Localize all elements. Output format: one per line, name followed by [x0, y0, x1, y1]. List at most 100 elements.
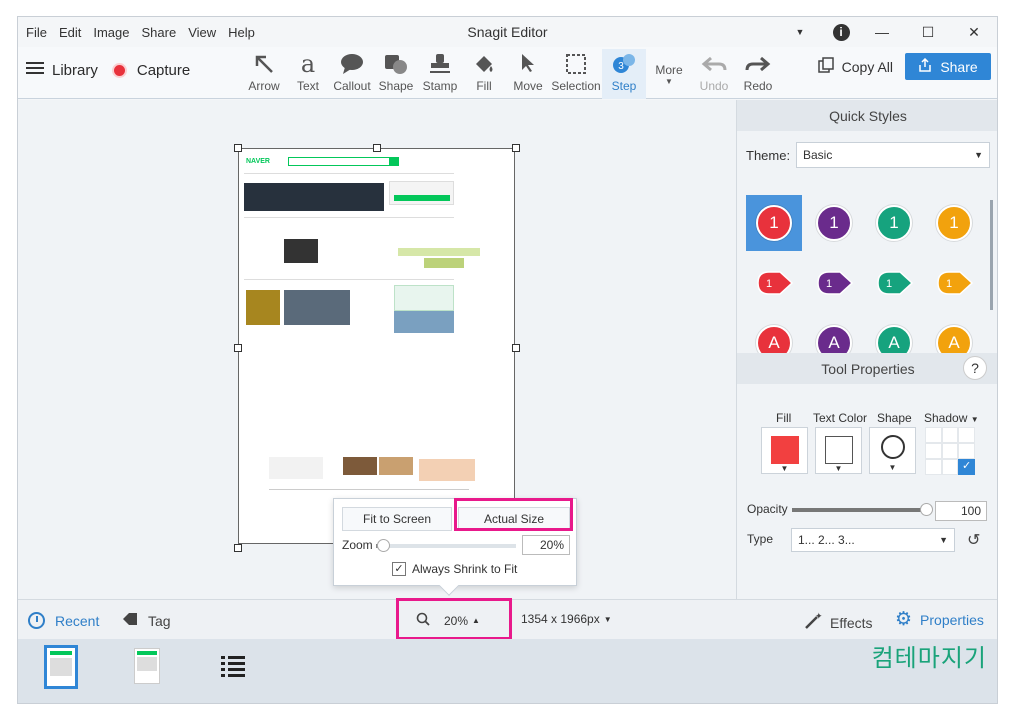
chevron-down-icon: ▼	[665, 77, 673, 86]
theme-value: Basic	[803, 148, 833, 162]
image-size-button[interactable]: 1354 x 1966px ▼	[521, 612, 612, 626]
shadow-dropdown[interactable]: Shadow ▼	[924, 411, 979, 425]
resize-handle[interactable]	[234, 344, 242, 352]
menu-file[interactable]: File	[26, 25, 47, 40]
magic-wand-icon: ✦	[804, 612, 823, 633]
minimize-button[interactable]: —	[859, 24, 905, 40]
tool-text[interactable]: a Text	[286, 49, 330, 99]
more-button[interactable]: More ▼	[646, 49, 692, 99]
theme-dropdown[interactable]: Basic ▼	[796, 142, 990, 168]
tool-callout[interactable]: Callout	[330, 49, 374, 99]
resize-handle[interactable]	[512, 344, 520, 352]
move-icon	[506, 49, 550, 79]
tool-selection[interactable]: Selection	[550, 49, 602, 99]
more-label: More	[655, 63, 683, 77]
recent-button[interactable]: Recent	[28, 612, 99, 629]
step-circle-icon: A	[876, 325, 912, 355]
highlight-zoom-button	[396, 598, 512, 640]
tool-fill[interactable]: Fill	[462, 49, 506, 99]
hamburger-menu-icon[interactable]	[26, 61, 44, 79]
quick-style-item[interactable]: 1	[806, 255, 862, 311]
dropdown-icon[interactable]: ▼	[777, 27, 823, 37]
tray-thumbnail[interactable]	[134, 648, 160, 684]
redo-button[interactable]: Redo	[736, 49, 780, 99]
gear-icon: ⚙	[895, 609, 913, 630]
shadow-grid[interactable]: ✓	[925, 427, 975, 475]
library-button[interactable]: Library	[52, 62, 98, 79]
quick-style-item[interactable]: 1	[926, 195, 982, 251]
properties-button[interactable]: ⚙ Properties	[895, 609, 984, 630]
type-value: 1... 2... 3...	[798, 533, 855, 547]
callout-icon	[330, 49, 374, 79]
captured-image[interactable]: NAVER	[238, 148, 515, 544]
zoom-value-field[interactable]: 20%	[522, 535, 570, 555]
tool-arrow[interactable]: Arrow	[242, 49, 286, 99]
shape-picker[interactable]: ▼	[869, 427, 916, 474]
type-dropdown[interactable]: 1... 2... 3... ▼	[791, 528, 955, 552]
step-circle-icon: A	[936, 325, 972, 355]
menu-view[interactable]: View	[188, 25, 216, 40]
menu-help[interactable]: Help	[228, 25, 255, 40]
tool-stamp[interactable]: Stamp	[418, 49, 462, 99]
shape-label: Shape	[877, 411, 912, 425]
clock-icon	[28, 612, 45, 629]
resize-handle[interactable]	[234, 144, 242, 152]
list-view-icon[interactable]	[220, 654, 246, 685]
quick-styles-header: Quick Styles	[737, 100, 997, 131]
tool-move[interactable]: Move	[506, 49, 550, 99]
quick-style-item[interactable]: A	[926, 315, 982, 355]
opacity-value-field[interactable]: 100	[935, 501, 987, 521]
menu-image[interactable]: Image	[93, 25, 129, 40]
resize-handle[interactable]	[234, 544, 242, 552]
tool-label: Callout	[333, 79, 371, 93]
effects-button[interactable]: ✦ Effects	[804, 612, 873, 633]
maximize-button[interactable]: ☐	[905, 24, 951, 41]
close-button[interactable]: ✕	[951, 24, 997, 41]
shape-icon	[374, 49, 418, 79]
reset-icon[interactable]: ↺	[967, 530, 980, 550]
menu-share[interactable]: Share	[142, 25, 177, 40]
window-controls: ▼ i — ☐ ✕	[777, 17, 997, 47]
tool-step[interactable]: 3 Step	[602, 49, 646, 99]
resize-handle[interactable]	[512, 144, 520, 152]
step-circle-icon: 1	[876, 205, 912, 241]
tool-label: Selection	[551, 79, 601, 93]
quick-style-item[interactable]: A	[746, 315, 802, 355]
zoom-slider-thumb[interactable]	[377, 539, 390, 552]
info-icon[interactable]: i	[823, 23, 859, 41]
copy-all-button[interactable]: Copy All	[817, 57, 893, 76]
arrow-icon	[242, 49, 286, 79]
quick-style-item[interactable]: 1	[866, 195, 922, 251]
help-button[interactable]: ?	[963, 356, 987, 380]
capture-button[interactable]: Capture	[137, 62, 190, 79]
step-pointer-icon: 1	[877, 271, 914, 295]
watermark-text: 컴테마지기	[871, 644, 987, 672]
tray-thumbnail-selected[interactable]	[44, 645, 78, 689]
svg-text:1: 1	[826, 278, 832, 290]
share-label: Share	[940, 58, 978, 75]
record-icon[interactable]	[111, 62, 127, 78]
quick-style-item[interactable]: 1	[926, 255, 982, 311]
tag-button[interactable]: Tag	[122, 612, 171, 629]
quick-style-item[interactable]: 1	[746, 255, 802, 311]
styles-scrollbar[interactable]	[990, 200, 993, 310]
quick-style-item[interactable]: A	[806, 315, 862, 355]
quick-style-item[interactable]: 1	[806, 195, 862, 251]
text-color-picker[interactable]: ▼	[815, 427, 862, 474]
quick-style-item[interactable]: 1	[746, 195, 802, 251]
svg-text:1: 1	[946, 278, 952, 290]
tool-shape[interactable]: Shape	[374, 49, 418, 99]
quick-style-item[interactable]: 1	[866, 255, 922, 311]
share-button[interactable]: Share	[905, 53, 991, 80]
opacity-slider[interactable]	[792, 503, 933, 516]
svg-text:✦: ✦	[815, 612, 822, 622]
resize-handle[interactable]	[373, 144, 381, 152]
menu-edit[interactable]: Edit	[59, 25, 81, 40]
zoom-slider[interactable]	[376, 539, 516, 552]
always-shrink-checkbox[interactable]: ✓ Always Shrink to Fit	[392, 562, 517, 576]
opacity-slider-thumb[interactable]	[920, 503, 933, 516]
fit-to-screen-button[interactable]: Fit to Screen	[342, 507, 452, 531]
fill-color-picker[interactable]: ▼	[761, 427, 808, 474]
quick-style-item[interactable]: A	[866, 315, 922, 355]
undo-button[interactable]: Undo	[692, 49, 736, 99]
